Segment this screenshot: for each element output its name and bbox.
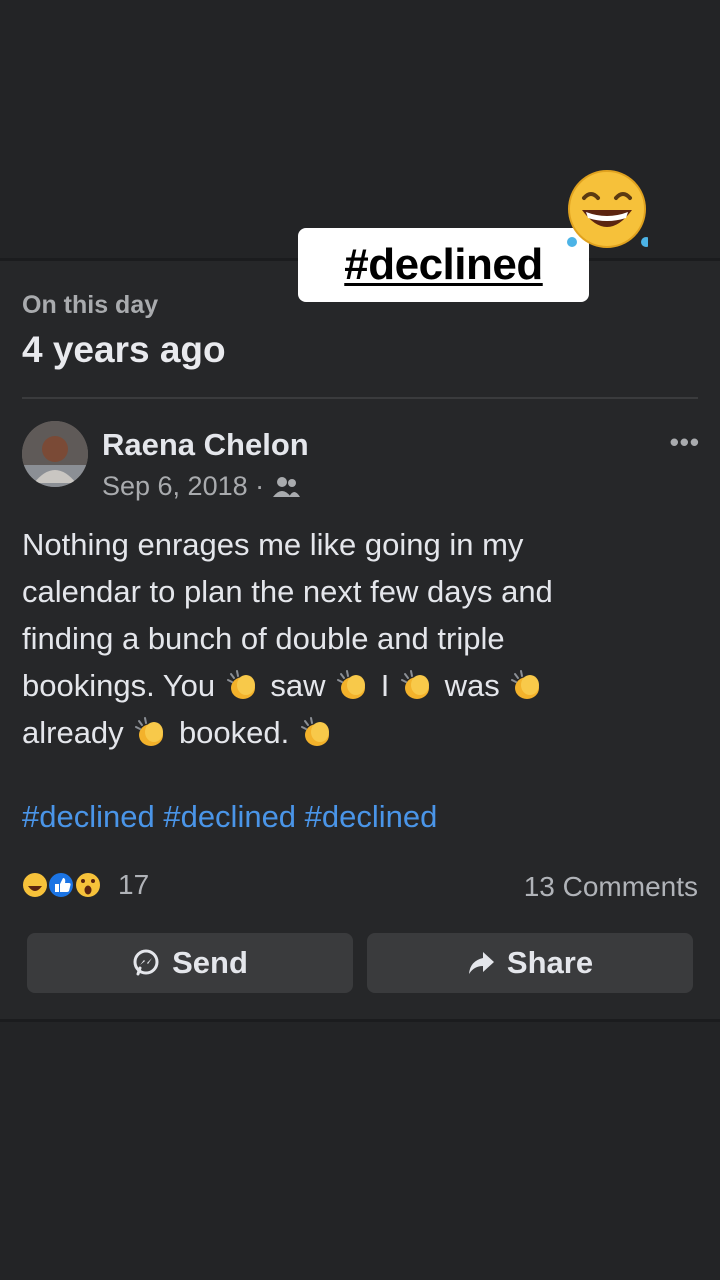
post-line: finding a bunch of double and triple — [22, 621, 505, 656]
post-word: saw — [270, 668, 326, 703]
comments-count[interactable]: 13 Comments — [524, 871, 698, 903]
send-label: Send — [172, 945, 248, 980]
post-word: bookings. You — [22, 668, 216, 703]
post-text: Nothing enrages me like going in my cale… — [22, 521, 698, 756]
author-name[interactable]: Raena Chelon — [102, 427, 309, 463]
post-word: booked. — [178, 715, 290, 750]
post-date[interactable]: Sep 6, 2018 · — [102, 471, 264, 502]
post-meta: Sep 6, 2018 · — [102, 471, 301, 502]
memory-kicker: On this day — [22, 291, 159, 319]
clapping-hands-icon — [300, 717, 329, 746]
clapping-hands-icon — [337, 670, 366, 699]
friends-icon — [273, 476, 301, 497]
share-button[interactable]: Share — [367, 933, 693, 993]
post-word: was — [444, 668, 500, 703]
declined-sticker: #declined — [298, 228, 589, 302]
messenger-icon — [133, 949, 159, 976]
clapping-hands-icon — [226, 670, 255, 699]
avatar[interactable] — [22, 421, 88, 487]
clapping-hands-icon — [511, 670, 540, 699]
hashtag-links[interactable]: #declined #declined #declined — [22, 799, 437, 835]
laughing-emoji-icon — [567, 170, 648, 248]
share-label: Share — [506, 945, 594, 980]
sticker-text: #declined — [344, 240, 543, 289]
post-line: calendar to plan the next few days and — [22, 574, 553, 609]
more-options-icon[interactable]: ••• — [670, 427, 700, 458]
memory-card: On this day 4 years ago Raena Chelon Sep… — [0, 258, 720, 1022]
memory-title: 4 years ago — [22, 329, 226, 370]
clapping-hands-icon — [135, 717, 164, 746]
post-line: bookings. You saw I was — [22, 662, 698, 709]
send-button[interactable]: Send — [27, 933, 353, 993]
clapping-hands-icon — [400, 670, 429, 699]
share-arrow-icon — [468, 952, 494, 974]
profile-photo — [22, 421, 88, 487]
reaction-count: 17 — [118, 869, 150, 900]
post-line: Nothing enrages me like going in my — [22, 527, 524, 562]
story-screen: #declined On this day 4 years ago Raena … — [0, 0, 720, 1280]
post-word: already — [22, 715, 124, 750]
reactions-summary[interactable]: 17 — [20, 869, 149, 901]
reaction-icons — [21, 871, 102, 899]
post-line: already booked. — [22, 709, 698, 756]
divider — [22, 397, 698, 399]
post-word: I — [380, 668, 390, 703]
